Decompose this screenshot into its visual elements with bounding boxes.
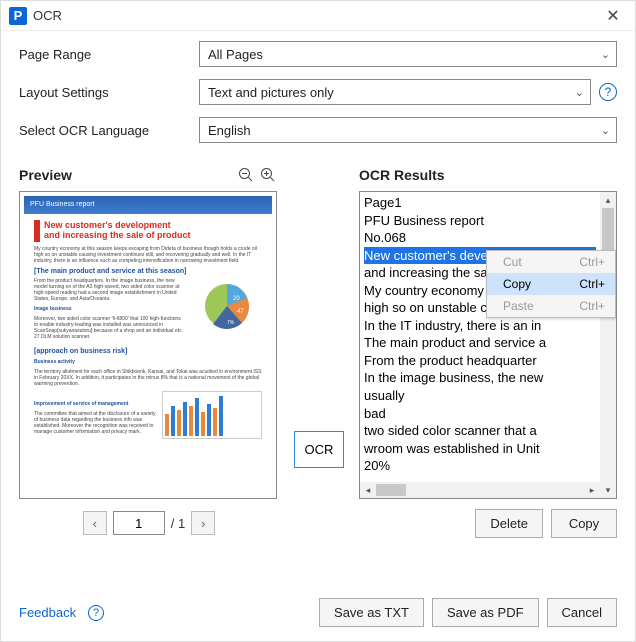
svg-text:20: 20 [233,296,240,302]
chevron-down-icon: ⌄ [601,124,610,137]
content-area: Preview PFU Business report New customer… [1,155,635,586]
context-menu: CutCtrl+CopyCtrl+PasteCtrl+ [486,250,616,318]
layout-settings-select[interactable]: Text and pictures only ⌄ [199,79,591,105]
results-line[interactable]: In the IT industry, there is an in [364,317,596,335]
layout-settings-value: Text and pictures only [208,85,334,100]
chevron-down-icon: ⌄ [575,86,584,99]
preview-headline-1: New customer's development [44,220,191,230]
cancel-button[interactable]: Cancel [547,598,617,627]
results-line[interactable]: wroom was established in Unit [364,440,596,458]
page-range-label: Page Range [19,47,199,62]
results-line[interactable]: 20% [364,457,596,475]
zoom-in-icon[interactable] [257,164,279,186]
svg-text:47: 47 [237,309,244,315]
app-icon: P [9,7,27,25]
results-heading: OCR Results [359,167,445,183]
footer: Feedback ? Save as TXT Save as PDF Cance… [1,586,635,641]
pager: ‹ / 1 › [19,509,279,537]
feedback-link[interactable]: Feedback ? [19,605,104,621]
page-range-select[interactable]: All Pages ⌄ [199,41,617,67]
preview-para1: From the product headquarters. In the im… [34,278,186,302]
settings-form: Page Range All Pages ⌄ Layout Settings T… [1,31,635,155]
results-line[interactable]: Page1 [364,194,596,212]
preview-sec1: [The main product and service at this se… [34,268,262,276]
results-textarea[interactable]: Page1PFU Business reportNo.068New custom… [360,192,600,498]
results-line[interactable]: From the product headquarter [364,352,596,370]
preview-sec3: Improvement of service of management [34,401,156,407]
results-line[interactable]: The main product and service a [364,334,596,352]
pie-chart-icon: 20 47 7% [192,278,262,338]
preview-viewport[interactable]: PFU Business report New customer's devel… [19,191,277,499]
prev-page-button[interactable]: ‹ [83,511,107,535]
doc-banner: PFU Business report [24,196,272,214]
results-line[interactable]: PFU Business report [364,212,596,230]
save-as-pdf-button[interactable]: Save as PDF [432,598,539,627]
ocr-language-label: Select OCR Language [19,123,199,138]
context-menu-item-cut: CutCtrl+ [487,251,615,273]
window-title: OCR [33,8,599,23]
preview-pane: Preview PFU Business report New customer… [19,163,279,586]
title-bar: P OCR ✕ [1,1,635,31]
page-number-input[interactable] [113,511,165,535]
delete-button[interactable]: Delete [475,509,543,538]
page-range-value: All Pages [208,47,263,62]
run-ocr-button[interactable]: OCR [294,431,345,468]
close-button[interactable]: ✕ [599,2,627,30]
help-icon[interactable]: ? [599,83,617,101]
preview-intro: My country economy at this season keeps … [34,246,262,264]
scroll-right-icon[interactable]: ▸ [584,482,600,498]
results-line[interactable]: usually [364,387,596,405]
scroll-up-icon[interactable]: ▴ [600,192,616,208]
preview-sec2: [approach on business risk] [34,348,262,356]
ocr-language-value: English [208,123,251,138]
ocr-language-select[interactable]: English ⌄ [199,117,617,143]
vertical-scrollbar[interactable]: ▴ ▾ [600,192,616,498]
page-total: / 1 [171,516,185,531]
zoom-out-icon[interactable] [235,164,257,186]
results-line[interactable]: No.068 [364,229,596,247]
results-pane: OCR Results Page1PFU Business reportNo.0… [359,163,617,586]
preview-headline-2: and increasing the sale of product [44,230,191,240]
scroll-down-icon[interactable]: ▾ [600,482,616,498]
svg-text:7%: 7% [227,320,235,326]
preview-document: PFU Business report New customer's devel… [24,196,272,494]
layout-settings-label: Layout Settings [19,85,199,100]
feedback-label: Feedback [19,605,76,620]
chevron-down-icon: ⌄ [601,48,610,61]
context-menu-item-paste: PasteCtrl+ [487,295,615,317]
save-as-txt-button[interactable]: Save as TXT [319,598,424,627]
results-line[interactable]: In the image business, the new [364,369,596,387]
bar-chart-icon [162,391,262,439]
preview-para1b: Moreover, two sided color scanner 'fi-68… [34,316,186,340]
results-box: Page1PFU Business reportNo.068New custom… [359,191,617,499]
preview-heading: Preview [19,167,72,183]
scroll-left-icon[interactable]: ◂ [360,482,376,498]
next-page-button[interactable]: › [191,511,215,535]
horizontal-scrollbar[interactable]: ◂ ▸ [360,482,600,498]
copy-button[interactable]: Copy [551,509,617,538]
context-menu-item-copy[interactable]: CopyCtrl+ [487,273,615,295]
preview-sec2b: Business activity [34,359,262,365]
results-line[interactable]: bad [364,405,596,423]
preview-sec1b: Image business [34,306,186,312]
results-line[interactable]: two sided color scanner that a [364,422,596,440]
help-icon: ? [88,605,104,621]
